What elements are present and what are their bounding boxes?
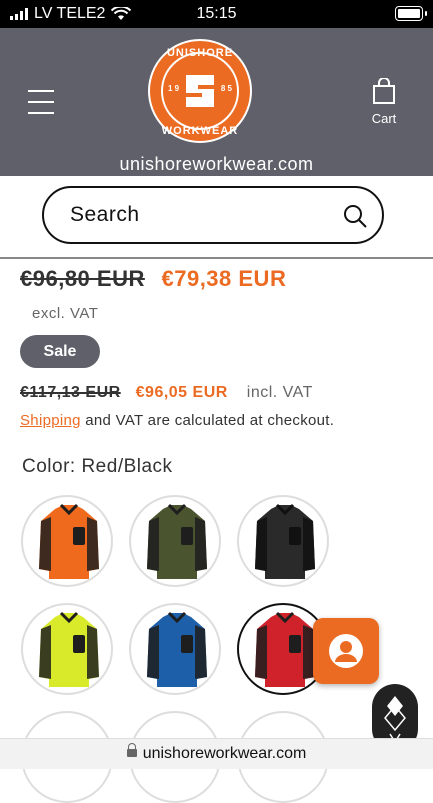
search-bar <box>42 186 384 244</box>
logo-top-text: UNISHORE <box>166 47 234 59</box>
swatch-black[interactable] <box>237 495 329 587</box>
swatch-blue-black[interactable] <box>129 603 221 695</box>
divider <box>0 257 433 259</box>
brand-logo[interactable]: UNISHORE 1 9 8 5 WORKWEAR <box>148 39 252 143</box>
chat-button[interactable] <box>313 618 379 684</box>
shopping-bag-icon <box>373 77 395 104</box>
excl-vat-label: excl. VAT <box>32 305 99 322</box>
menu-icon[interactable] <box>28 90 54 114</box>
logo-year-right: 8 5 <box>220 84 232 93</box>
shipping-link[interactable]: Shipping <box>20 412 81 429</box>
battery-icon <box>395 6 427 21</box>
price-incl-vat: €117,13 EUR €96,05 EUR incl. VAT <box>20 384 313 402</box>
sale-badge: Sale <box>20 335 100 368</box>
search-icon[interactable] <box>342 203 368 229</box>
old-price-incl: €117,13 EUR <box>20 384 121 401</box>
price-excl-vat: €96,80 EUR €79,38 EUR <box>20 266 286 292</box>
url-text: unishoreworkwear.com <box>142 745 307 762</box>
clock: 15:15 <box>196 5 237 22</box>
browser-url-bar[interactable]: unishoreworkwear.com <box>0 738 433 769</box>
shipping-text: and VAT are calculated at checkout. <box>80 412 335 429</box>
user-icon <box>329 634 363 668</box>
sale-price-incl: €96,05 EUR <box>135 384 228 401</box>
jacket-icon <box>255 503 315 579</box>
swatch-green-black[interactable] <box>129 495 221 587</box>
sale-price: €79,38 EUR <box>161 266 287 291</box>
site-header: UNISHORE 1 9 8 5 WORKWEAR Cart unishorew… <box>0 28 433 176</box>
jacket-icon <box>147 611 207 687</box>
swatch-yellow-black[interactable] <box>21 603 113 695</box>
jacket-icon <box>39 611 99 687</box>
logo-bottom-text: WORKWEAR <box>161 125 239 137</box>
site-domain: unishoreworkwear.com <box>119 154 314 174</box>
swatch-orange-black[interactable] <box>21 495 113 587</box>
cart-button[interactable]: Cart <box>364 77 404 126</box>
jacket-icon <box>255 611 315 687</box>
search-input[interactable] <box>70 202 320 228</box>
lock-icon <box>126 743 137 757</box>
jacket-icon <box>147 503 207 579</box>
logo-mark-icon <box>186 75 214 107</box>
status-bar: LV TELE2 15:15 <box>0 0 433 28</box>
old-price: €96,80 EUR <box>20 266 145 291</box>
logo-year-left: 1 9 <box>168 84 180 93</box>
jacket-icon <box>39 503 99 579</box>
shipping-note: Shipping and VAT are calculated at check… <box>20 412 334 429</box>
color-label: Color: Red/Black <box>22 456 173 477</box>
incl-vat-label: incl. VAT <box>246 384 313 401</box>
cart-label: Cart <box>371 111 397 126</box>
